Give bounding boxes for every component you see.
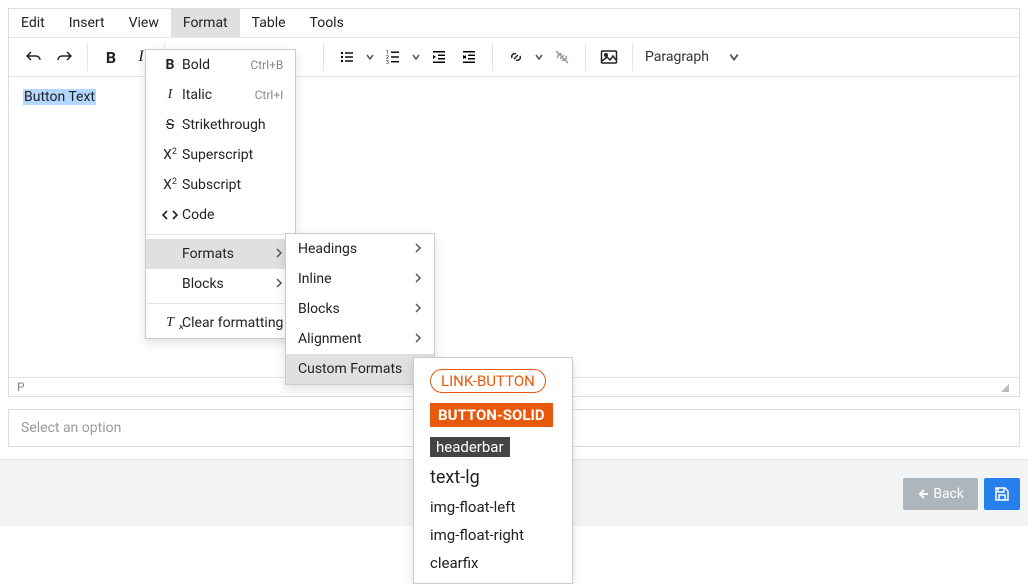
unlink-button[interactable] bbox=[547, 42, 577, 72]
subscript-icon: X2 bbox=[158, 177, 182, 193]
custom-button-solid-label: BUTTON-SOLID bbox=[430, 403, 553, 427]
submenu-inline[interactable]: Inline bbox=[286, 264, 434, 294]
submenu-headings-label: Headings bbox=[298, 241, 402, 257]
link-button[interactable] bbox=[501, 42, 531, 72]
format-subscript[interactable]: X2 Subscript bbox=[146, 170, 295, 200]
menubar-table[interactable]: Table bbox=[240, 9, 298, 37]
bold-button[interactable]: B bbox=[96, 42, 126, 72]
custom-button-solid[interactable]: BUTTON-SOLID bbox=[414, 398, 572, 432]
numbered-list-button[interactable]: 123 bbox=[378, 42, 408, 72]
save-button[interactable] bbox=[984, 478, 1020, 510]
menubar-tools[interactable]: Tools bbox=[298, 9, 356, 37]
menubar-insert[interactable]: Insert bbox=[57, 9, 117, 37]
submenu-alignment[interactable]: Alignment bbox=[286, 324, 434, 354]
code-icon bbox=[158, 209, 182, 221]
chevron-right-icon bbox=[275, 246, 283, 262]
italic-icon: I bbox=[158, 87, 182, 103]
format-blocks-label: Blocks bbox=[182, 276, 263, 292]
chevron-right-icon bbox=[275, 276, 283, 292]
redo-button[interactable] bbox=[49, 42, 79, 72]
chevron-right-icon bbox=[414, 331, 422, 347]
format-super-label: Superscript bbox=[182, 147, 283, 163]
menubar: Edit Insert View Format Table Tools bbox=[9, 9, 1019, 38]
strikethrough-icon: S bbox=[158, 117, 182, 133]
format-menu: B Bold Ctrl+B I Italic Ctrl+I S Striketh… bbox=[145, 49, 296, 339]
arrow-left-icon bbox=[917, 488, 929, 500]
submenu-headings[interactable]: Headings bbox=[286, 234, 434, 264]
bullet-list-button[interactable] bbox=[332, 42, 362, 72]
submenu-blocks-label: Blocks bbox=[298, 301, 402, 317]
numbered-list-dropdown[interactable] bbox=[408, 42, 424, 72]
save-icon bbox=[994, 486, 1010, 502]
submenu-custom-label: Custom Formats bbox=[298, 361, 402, 377]
editor-selection[interactable]: Button Text bbox=[23, 89, 96, 105]
menubar-format[interactable]: Format bbox=[171, 9, 240, 37]
custom-text-lg[interactable]: text-lg bbox=[414, 462, 572, 493]
image-button[interactable] bbox=[594, 42, 624, 72]
format-italic[interactable]: I Italic Ctrl+I bbox=[146, 80, 295, 110]
format-blocks[interactable]: Blocks bbox=[146, 269, 295, 299]
format-strike-label: Strikethrough bbox=[182, 117, 283, 133]
submenu-alignment-label: Alignment bbox=[298, 331, 402, 347]
format-italic-label: Italic bbox=[182, 87, 239, 103]
custom-clearfix[interactable]: clearfix bbox=[414, 549, 572, 577]
custom-link-button[interactable]: LINK-BUTTON bbox=[414, 364, 572, 398]
format-code[interactable]: Code bbox=[146, 200, 295, 230]
custom-img-float-right[interactable]: img-float-right bbox=[414, 521, 572, 549]
bold-icon: B bbox=[158, 57, 182, 73]
custom-headerbar[interactable]: headerbar bbox=[414, 432, 572, 462]
submenu-blocks[interactable]: Blocks bbox=[286, 294, 434, 324]
svg-text:3: 3 bbox=[386, 60, 389, 65]
outdent-button[interactable] bbox=[424, 42, 454, 72]
indent-button[interactable] bbox=[454, 42, 484, 72]
bullet-list-dropdown[interactable] bbox=[362, 42, 378, 72]
chevron-right-icon bbox=[414, 241, 422, 257]
format-formats-label: Formats bbox=[182, 246, 263, 262]
clear-formatting-icon: T✕ bbox=[158, 315, 182, 331]
resize-handle[interactable] bbox=[1001, 384, 1009, 392]
format-clear[interactable]: T✕ Clear formatting bbox=[146, 308, 295, 338]
menubar-view[interactable]: View bbox=[117, 9, 171, 37]
custom-link-button-label: LINK-BUTTON bbox=[430, 369, 546, 393]
format-formats[interactable]: Formats bbox=[146, 239, 295, 269]
format-italic-shortcut: Ctrl+I bbox=[255, 88, 284, 102]
format-bold[interactable]: B Bold Ctrl+B bbox=[146, 50, 295, 80]
custom-formats-submenu: LINK-BUTTON BUTTON-SOLID headerbar text-… bbox=[413, 357, 573, 584]
paragraph-select[interactable]: Paragraph bbox=[637, 42, 747, 72]
chevron-right-icon bbox=[414, 271, 422, 287]
chevron-right-icon bbox=[414, 301, 422, 317]
status-element-path[interactable]: P bbox=[17, 380, 25, 394]
format-bold-shortcut: Ctrl+B bbox=[250, 58, 283, 72]
format-code-label: Code bbox=[182, 207, 283, 223]
paragraph-label: Paragraph bbox=[645, 49, 709, 65]
back-button[interactable]: Back bbox=[903, 478, 978, 510]
format-clear-label: Clear formatting bbox=[182, 315, 283, 331]
menubar-edit[interactable]: Edit bbox=[9, 9, 57, 37]
custom-headerbar-label: headerbar bbox=[430, 437, 510, 457]
format-sub-label: Subscript bbox=[182, 177, 283, 193]
back-label: Back bbox=[933, 486, 964, 502]
undo-button[interactable] bbox=[19, 42, 49, 72]
format-strikethrough[interactable]: S Strikethrough bbox=[146, 110, 295, 140]
format-bold-label: Bold bbox=[182, 57, 234, 73]
link-dropdown[interactable] bbox=[531, 42, 547, 72]
superscript-icon: X2 bbox=[158, 147, 182, 163]
format-superscript[interactable]: X2 Superscript bbox=[146, 140, 295, 170]
submenu-inline-label: Inline bbox=[298, 271, 402, 287]
custom-img-float-left[interactable]: img-float-left bbox=[414, 493, 572, 521]
